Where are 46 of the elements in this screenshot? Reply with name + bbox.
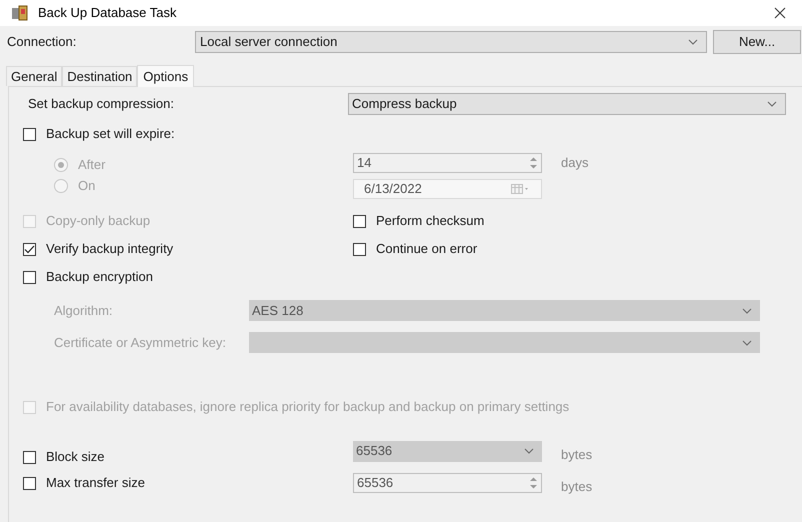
radio-button[interactable] (54, 179, 68, 193)
checkbox-label: Block size (46, 448, 105, 466)
checkbox[interactable] (23, 270, 36, 284)
checkbox[interactable] (23, 128, 36, 140)
checkbox-label: Backup encryption (46, 268, 153, 286)
chevron-icon (742, 340, 752, 346)
chevron-icon (742, 308, 752, 314)
radio-label: After (78, 156, 106, 174)
dropdown[interactable]: AES 128 (249, 300, 760, 321)
connection-dropdown[interactable]: Local server connection (195, 31, 707, 53)
checkbox-label: For availability databases, ignore replica priority for backup and backup on primary settings (46, 398, 570, 416)
checkbox-label: Backup set will expire: (46, 125, 175, 144)
tab[interactable]: Destination (62, 66, 138, 86)
checkbox-label: Max transfer size (46, 474, 145, 492)
unit-label: bytes (561, 478, 592, 496)
checkbox[interactable] (23, 242, 36, 256)
chevron-icon (688, 39, 698, 45)
radio-button[interactable] (54, 158, 68, 172)
chevron-icon (767, 101, 777, 107)
field-label: Certificate or Asymmetric key: (53, 334, 227, 352)
radio-label: On (78, 177, 96, 196)
transfer-size-spin-field[interactable]: 65536 (353, 473, 542, 493)
checkbox-label: Continue on error (376, 240, 478, 258)
compression-dropdown[interactable]: Compress backup (348, 93, 786, 115)
new-button[interactable]: New... (713, 30, 801, 54)
chevron-icon (524, 448, 534, 454)
unit-label: days (561, 154, 588, 172)
window-title: Back Up Database Task (38, 4, 176, 22)
checkbox-label: Verify backup integrity (46, 240, 174, 258)
database-icon (11, 5, 28, 21)
tab[interactable]: Options (137, 65, 194, 87)
checkbox-label: Copy-only backup (46, 212, 150, 230)
checkbox[interactable] (23, 476, 36, 490)
connection-label: Connection: (7, 33, 78, 52)
checkbox[interactable] (353, 242, 366, 256)
checkbox[interactable] (23, 450, 36, 464)
compression-label: Set backup compression: (27, 95, 175, 114)
block-size-dropdown[interactable]: 65536 (353, 440, 542, 462)
field-label: Algorithm: (53, 302, 114, 320)
days-spin-field[interactable]: 14 (353, 153, 542, 173)
date-picker-field[interactable]: 6/13/2022 (353, 179, 542, 199)
close-icon[interactable] (774, 7, 786, 19)
unit-label: bytes (561, 446, 592, 464)
checkbox-label: Perform checksum (376, 212, 484, 230)
checkbox[interactable] (353, 214, 366, 228)
tab[interactable]: General (6, 66, 62, 86)
